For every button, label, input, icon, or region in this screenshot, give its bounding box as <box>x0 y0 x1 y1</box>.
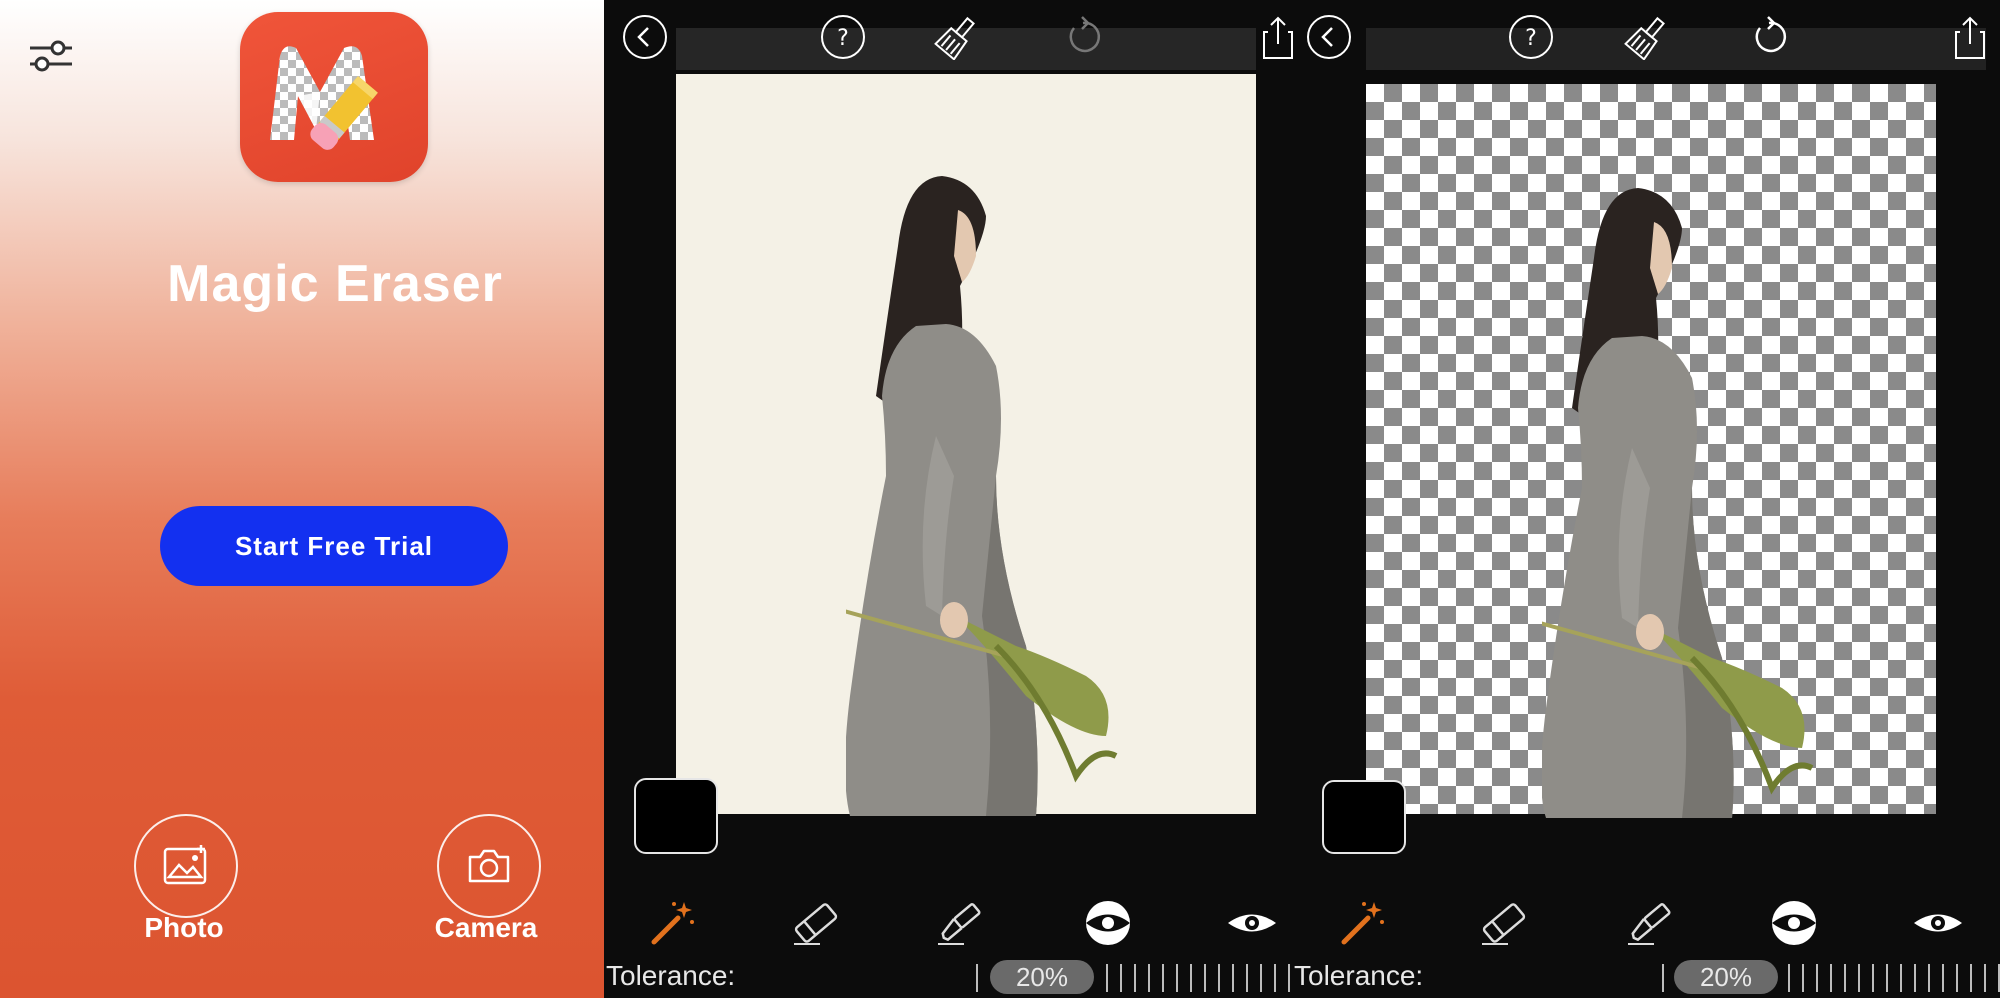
invert-icon[interactable] <box>1768 898 1820 948</box>
magic-wand-icon[interactable] <box>646 898 698 948</box>
undo-icon[interactable] <box>1060 14 1106 60</box>
background-color-swatch[interactable] <box>1322 780 1406 854</box>
tolerance-value: 20% <box>990 960 1094 994</box>
eraser-icon[interactable] <box>1478 898 1530 948</box>
share-icon[interactable] <box>1262 14 1294 60</box>
cutout-woman-image <box>1542 188 1814 818</box>
photo-label: Photo <box>144 912 224 943</box>
broom-icon[interactable] <box>934 14 980 61</box>
preview-eye-icon[interactable] <box>1226 898 1278 948</box>
help-icon[interactable]: ? <box>1508 14 1554 60</box>
slider-ticks <box>1106 964 1294 992</box>
camera-label: Camera <box>434 912 538 943</box>
back-icon[interactable] <box>622 14 668 60</box>
home-screen: Magic Eraser Start Free Trial Photo Came… <box>0 0 604 998</box>
svg-text:?: ? <box>837 26 849 51</box>
eraser-icon[interactable] <box>790 898 842 948</box>
undo-icon[interactable] <box>1746 14 1792 60</box>
camera-button[interactable] <box>437 814 541 918</box>
photo-button[interactable] <box>134 814 238 918</box>
back-icon[interactable] <box>1306 14 1352 60</box>
tolerance-row: Tolerance: 20% <box>604 958 1294 998</box>
tolerance-label: Tolerance: <box>606 960 736 991</box>
app-logo-icon <box>240 12 428 182</box>
editor-before: ? Tolerance: 20% <box>604 0 1294 998</box>
start-free-trial-button[interactable]: Start Free Trial <box>160 506 508 586</box>
camera-icon <box>468 849 510 883</box>
preview-eye-icon[interactable] <box>1912 898 1964 948</box>
photo-icon <box>163 845 207 885</box>
tolerance-row: Tolerance: 20% <box>1294 958 2000 998</box>
share-icon[interactable] <box>1954 14 2000 60</box>
brush-icon[interactable] <box>1624 898 1676 948</box>
toolbar-strip <box>1366 28 1986 70</box>
invert-icon[interactable] <box>1082 898 1134 948</box>
brush-icon[interactable] <box>934 898 986 948</box>
tolerance-label: Tolerance: <box>1294 960 1424 991</box>
settings-sliders-icon[interactable] <box>28 36 74 76</box>
slider-ticks <box>976 964 986 992</box>
svg-text:?: ? <box>1525 26 1537 51</box>
background-color-swatch[interactable] <box>634 778 718 854</box>
transparent-canvas[interactable] <box>1366 84 1936 818</box>
tolerance-slider[interactable]: 20% <box>1662 960 2000 996</box>
tolerance-slider[interactable]: 20% <box>976 960 1294 996</box>
photo-canvas[interactable] <box>676 74 1256 816</box>
app-title: Magic Eraser <box>167 255 503 313</box>
slider-ticks <box>1788 964 2000 992</box>
woman-with-flowers-image <box>846 176 1118 816</box>
slider-ticks <box>1662 964 1672 992</box>
broom-icon[interactable] <box>1624 14 1670 61</box>
help-icon[interactable]: ? <box>820 14 866 60</box>
tolerance-value: 20% <box>1674 960 1778 994</box>
editing-toolbar <box>1294 880 2000 960</box>
magic-wand-icon[interactable] <box>1336 898 1388 948</box>
editor-after: ? Tolerance: 20% <box>1294 0 2000 998</box>
editing-toolbar <box>604 880 1294 960</box>
